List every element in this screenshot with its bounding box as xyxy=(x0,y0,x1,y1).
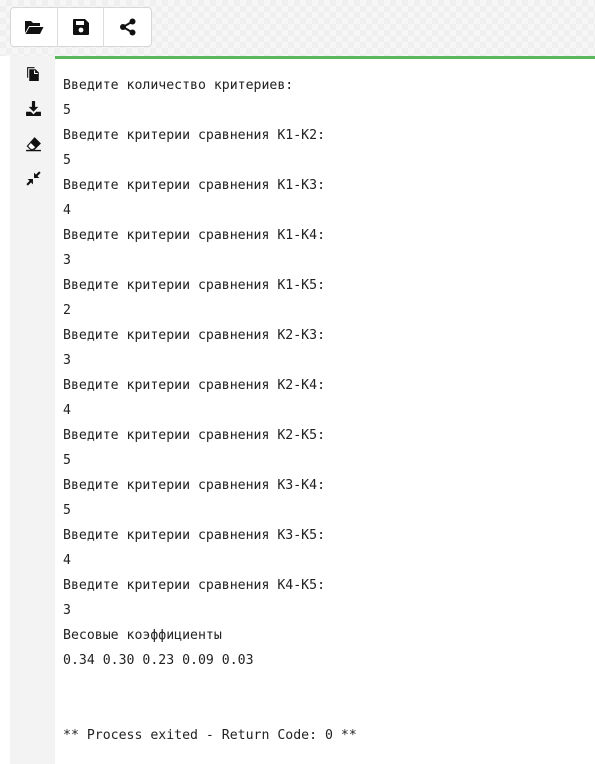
output-line: Введите критерии сравнения K2-K4: xyxy=(63,378,326,393)
floppy-disk-icon xyxy=(72,19,89,35)
output-line: 3 xyxy=(63,603,71,618)
download-output-button[interactable] xyxy=(22,97,44,119)
output-line: 4 xyxy=(63,403,71,418)
share-icon xyxy=(119,18,136,36)
share-button[interactable] xyxy=(104,8,151,46)
eraser-icon xyxy=(25,136,41,151)
copy-icon xyxy=(26,66,39,81)
output-line: 2 xyxy=(63,303,71,318)
open-folder-button[interactable] xyxy=(11,8,58,46)
program-output-panel: Введите количество критериев: 5 Введите … xyxy=(55,56,595,764)
output-line: 5 xyxy=(63,453,71,468)
output-line: 5 xyxy=(63,503,71,518)
compress-icon xyxy=(25,170,41,186)
copy-output-button[interactable] xyxy=(22,62,44,84)
output-line: 5 xyxy=(63,103,71,118)
output-line: Введите критерии сравнения K4-K5: xyxy=(63,578,326,593)
output-text: Введите количество критериев: 5 Введите … xyxy=(63,73,357,748)
output-line: 3 xyxy=(63,353,71,368)
output-line: Введите критерии сравнения K1-K2: xyxy=(63,128,326,143)
output-line: 4 xyxy=(63,553,71,568)
save-button[interactable] xyxy=(58,8,105,46)
collapse-output-button[interactable] xyxy=(22,167,44,189)
output-line: 4 xyxy=(63,203,71,218)
output-line: Введите критерии сравнения K1-K5: xyxy=(63,278,326,293)
output-line: ** Process exited - Return Code: 0 ** xyxy=(63,728,357,743)
folder-open-icon xyxy=(24,21,44,34)
output-line: Введите критерии сравнения K3-K4: xyxy=(63,478,326,493)
output-line: Введите критерии сравнения K1-K3: xyxy=(63,178,326,193)
clear-output-button[interactable] xyxy=(22,132,44,154)
output-line: Введите критерии сравнения K3-K5: xyxy=(63,528,326,543)
output-line: Введите критерии сравнения K2-K3: xyxy=(63,328,326,343)
output-line: Весовые коэффициенты xyxy=(63,628,222,643)
download-icon xyxy=(25,100,41,116)
output-line: 3 xyxy=(63,253,71,268)
toolbar xyxy=(10,7,152,47)
output-line: Введите критерии сравнения K2-K5: xyxy=(63,428,326,443)
output-line: Введите количество критериев: xyxy=(63,78,294,93)
output-line: 0.34 0.30 0.23 0.09 0.03 xyxy=(63,653,254,668)
output-line: Введите критерии сравнения K1-K4: xyxy=(63,228,326,243)
output-line: 5 xyxy=(63,153,71,168)
output-sidebar xyxy=(10,56,55,764)
